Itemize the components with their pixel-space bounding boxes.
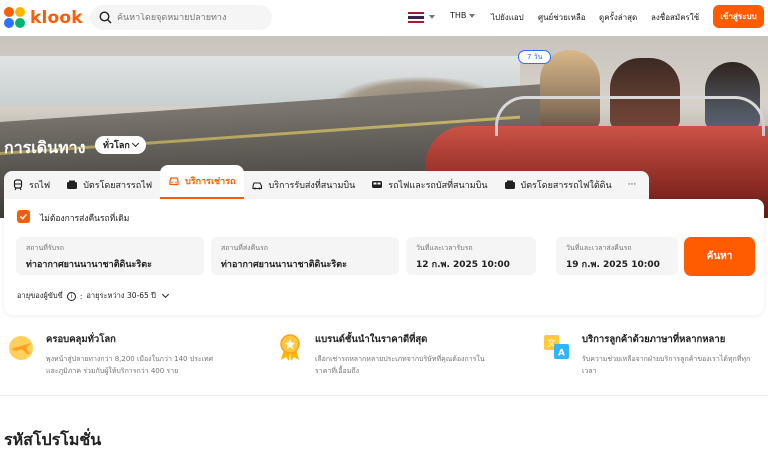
region-selector[interactable]: ทั่วโลก bbox=[95, 136, 146, 154]
tab-label: บัตรโดยสารรถไฟ bbox=[83, 181, 153, 191]
pickup-datetime-value: 12 ก.พ. 2025 10:00 bbox=[416, 260, 510, 270]
klook-logo-icon bbox=[4, 7, 26, 29]
top-nav-bar: klook THB ไปยังแอป ศูนย์ช่วยเหลือ ดูครั้… bbox=[0, 0, 768, 36]
tab-car-rental[interactable]: บริการเช่ารถ bbox=[160, 165, 244, 199]
checkmark-icon bbox=[19, 213, 28, 220]
plane-icon bbox=[6, 332, 36, 362]
translate-icon: 文A bbox=[542, 332, 572, 362]
currency-label: THB bbox=[450, 11, 467, 20]
nav-sign-up[interactable]: ลงชื่อสมัครใช้ bbox=[651, 11, 699, 24]
page: klook THB ไปยังแอป ศูนย์ช่วยเหลือ ดูครั้… bbox=[0, 0, 768, 452]
rental-days-badge: 7 วัน bbox=[518, 50, 552, 64]
feature-description: รับความช่วยเหลือจากฝ่ายบริการลูกค้าของเร… bbox=[582, 355, 751, 363]
feature-description: พุงหน้าสู่ปลายทางกว่า 8,200 เมืองในกว่า … bbox=[46, 355, 214, 363]
nav-help-center[interactable]: ศูนย์ช่วยเหลือ bbox=[538, 11, 586, 24]
feature-worldwide: ครอบคลุมทั่วโลก พุงหน้าสู่ปลายทางกว่า 8,… bbox=[6, 332, 213, 377]
pickup-location-value: ท่าอากาศยานนานาชาติดินะริตะ bbox=[26, 260, 152, 270]
different-return-checkbox[interactable] bbox=[17, 210, 30, 223]
nav-open-app[interactable]: ไปยังแอป bbox=[491, 11, 524, 24]
feature-title: บริการลูกค้าด้วยภาษาที่หลากหลาย bbox=[582, 334, 726, 345]
tab-train[interactable]: รถไฟ bbox=[4, 171, 58, 199]
airport-train-icon bbox=[372, 181, 383, 188]
region-label: ทั่วโลก bbox=[103, 141, 130, 151]
tab-more[interactable]: ··· bbox=[620, 171, 645, 199]
currency-chevron-icon bbox=[469, 13, 476, 18]
currency-selector[interactable]: THB bbox=[450, 11, 476, 20]
tab-metro-card[interactable]: บัตรโดยสารรถไฟใต้ดิน bbox=[496, 171, 620, 199]
chevron-down-icon bbox=[131, 139, 139, 148]
driver-age-selector[interactable]: อายุของผู้ขับขี่ i : อายุระหว่าง 30-65 ป… bbox=[17, 290, 169, 302]
tab-airport-train-bus[interactable]: รถไฟและรถบัสที่สนามบิน bbox=[363, 171, 495, 199]
klook-logo[interactable]: klook bbox=[4, 7, 83, 29]
tab-airport-transfer[interactable]: บริการรับส่งที่สนามบิน bbox=[244, 171, 364, 199]
train-icon bbox=[13, 179, 23, 191]
rail-pass-icon bbox=[67, 180, 78, 189]
svg-text:A: A bbox=[558, 349, 565, 359]
return-datetime-field[interactable]: วันที่และเวลาส่งคืนรถ 19 ก.พ. 2025 10:00 bbox=[556, 237, 678, 275]
tab-label: บริการเช่ารถ bbox=[185, 177, 236, 187]
feature-description: ราคาที่เอื้อมถึง bbox=[315, 367, 359, 375]
award-badge-icon bbox=[275, 332, 305, 362]
promo-section-title: รหัสโปรโมชั่น bbox=[4, 430, 102, 449]
search-input[interactable] bbox=[117, 12, 267, 23]
tab-label: บัตรโดยสารรถไฟใต้ดิน bbox=[520, 181, 612, 191]
pickup-datetime-field[interactable]: วันที่และเวลารับรถ 12 ก.พ. 2025 10:00 bbox=[406, 237, 536, 275]
dropoff-location-value: ท่าอากาศยานนานาชาติดินะริตะ bbox=[221, 260, 347, 270]
brand-name: klook bbox=[30, 8, 83, 28]
airport-transfer-icon bbox=[251, 182, 262, 190]
pickup-location-field[interactable]: สถานที่รับรถ ท่าอากาศยานนานาชาติดินะริตะ bbox=[16, 237, 204, 275]
language-chevron-icon[interactable] bbox=[429, 15, 435, 19]
tab-label: รถไฟ bbox=[29, 181, 51, 191]
chevron-down-icon bbox=[161, 290, 169, 299]
category-tabs: รถไฟ บัตรโดยสารรถไฟ บริการเช่ารถ บริการร… bbox=[4, 165, 649, 199]
feature-multilingual-support: 文A บริการลูกค้าด้วยภาษาที่หลากหลาย รับคว… bbox=[542, 332, 750, 377]
search-button[interactable]: ค้นหา bbox=[684, 237, 755, 276]
feature-best-brands: แบรนด์ชั้นนำในราคาดีที่สุด เลือกเช่ารถหล… bbox=[275, 332, 485, 377]
feature-description: เวลา bbox=[582, 367, 597, 375]
pickup-location-label: สถานที่รับรถ bbox=[26, 244, 65, 252]
feature-description: เลือกเช่ารถหลากหลายประเภทจากบริษัทที่คุณ… bbox=[315, 355, 485, 363]
car-rental-search-form: ไม่ต้องการส่งคืนรถที่เดิม สถานที่รับรถ ท… bbox=[4, 199, 764, 315]
feature-title: ครอบคลุมทั่วโลก bbox=[46, 334, 116, 345]
driver-age-label: อายุของผู้ขับขี่ bbox=[17, 291, 63, 300]
pickup-datetime-label: วันที่และเวลารับรถ bbox=[416, 244, 473, 252]
driver-age-value: อายุระหว่าง 30-65 ปี bbox=[86, 291, 156, 300]
nav-recently-viewed[interactable]: ดูครั้งล่าสุด bbox=[599, 11, 637, 24]
section-divider bbox=[0, 395, 768, 396]
tab-label: บริการรับส่งที่สนามบิน bbox=[268, 181, 356, 191]
dropoff-location-field[interactable]: สถานที่ส่งคืนรถ ท่าอากาศยานนานาชาติดินะร… bbox=[211, 237, 399, 275]
page-title: การเดินทาง bbox=[4, 138, 86, 157]
car-icon bbox=[169, 177, 179, 186]
login-button[interactable]: เข้าสู่ระบบ bbox=[713, 5, 764, 28]
metro-card-icon bbox=[504, 180, 515, 189]
search-bar[interactable] bbox=[90, 5, 272, 30]
info-icon[interactable]: i bbox=[66, 291, 76, 301]
dropoff-location-label: สถานที่ส่งคืนรถ bbox=[221, 244, 268, 252]
return-datetime-value: 19 ก.พ. 2025 10:00 bbox=[566, 260, 660, 270]
language-flag-icon[interactable] bbox=[408, 12, 424, 23]
more-icon: ··· bbox=[627, 180, 637, 190]
return-datetime-label: วันที่และเวลาส่งคืนรถ bbox=[566, 244, 632, 252]
different-return-label: ไม่ต้องการส่งคืนรถที่เดิม bbox=[40, 214, 130, 224]
tab-rail-pass[interactable]: บัตรโดยสารรถไฟ bbox=[58, 171, 160, 199]
feature-description: และภูมิภาค ร่วมกับผู้ให้บริการกว่า 400 ร… bbox=[46, 367, 179, 375]
tab-label: รถไฟและรถบัสที่สนามบิน bbox=[388, 181, 488, 191]
feature-title: แบรนด์ชั้นนำในราคาดีที่สุด bbox=[315, 334, 428, 345]
search-icon bbox=[99, 11, 112, 24]
